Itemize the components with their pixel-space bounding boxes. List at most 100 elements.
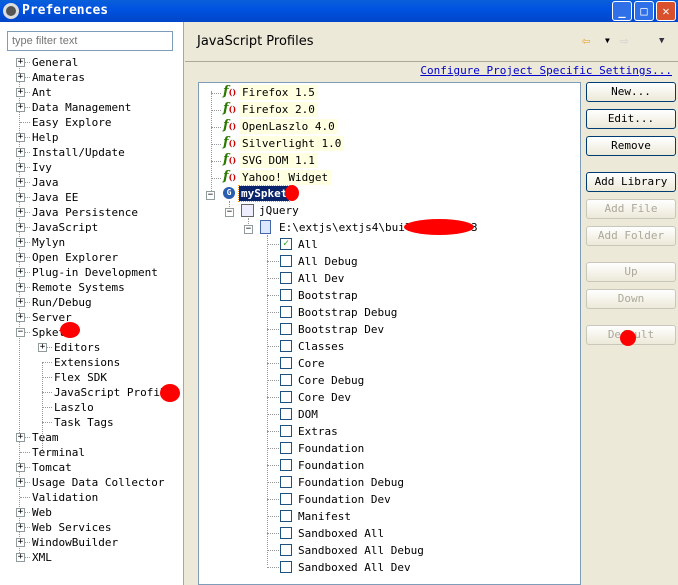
view-menu-icon[interactable]: ▼ bbox=[659, 36, 664, 46]
nav-item[interactable]: Web bbox=[32, 505, 52, 520]
collapse-toggle[interactable]: − bbox=[206, 191, 215, 200]
nav-item[interactable]: Usage Data Collector bbox=[32, 475, 164, 490]
expand-toggle[interactable]: + bbox=[16, 133, 25, 142]
expand-toggle[interactable]: + bbox=[16, 523, 25, 532]
nav-item[interactable]: Mylyn bbox=[32, 235, 65, 250]
package-checkbox[interactable] bbox=[280, 442, 292, 454]
expand-toggle[interactable]: + bbox=[16, 223, 25, 232]
edit-button[interactable]: Edit... bbox=[586, 109, 676, 129]
nav-item[interactable]: Install/Update bbox=[32, 145, 125, 160]
new-button[interactable]: New... bbox=[586, 82, 676, 102]
profile-item[interactable]: Silverlight 1.0 bbox=[239, 136, 345, 151]
package-checkbox[interactable] bbox=[280, 510, 292, 522]
expand-toggle[interactable]: + bbox=[38, 343, 47, 352]
expand-toggle[interactable]: + bbox=[16, 58, 25, 67]
expand-toggle[interactable]: + bbox=[16, 553, 25, 562]
nav-item[interactable]: Plug-in Development bbox=[32, 265, 158, 280]
profile-item[interactable]: Firefox 2.0 bbox=[239, 102, 318, 117]
nav-item[interactable]: Amateras bbox=[32, 70, 85, 85]
close-button[interactable]: ✕ bbox=[656, 1, 676, 21]
profile-item[interactable]: OpenLaszlo 4.0 bbox=[239, 119, 338, 134]
expand-toggle[interactable]: + bbox=[16, 268, 25, 277]
nav-item[interactable]: XML bbox=[32, 550, 52, 565]
back-dropdown-icon[interactable]: ▼ bbox=[605, 36, 610, 45]
nav-item[interactable]: Laszlo bbox=[54, 400, 94, 415]
package-checkbox[interactable] bbox=[280, 459, 292, 471]
expand-toggle[interactable]: + bbox=[16, 298, 25, 307]
nav-item[interactable]: Open Explorer bbox=[32, 250, 118, 265]
nav-item[interactable]: General bbox=[32, 55, 78, 70]
package-checkbox[interactable]: ✓ bbox=[280, 238, 292, 250]
expand-toggle[interactable]: + bbox=[16, 538, 25, 547]
nav-item[interactable]: Task Tags bbox=[54, 415, 114, 430]
expand-toggle[interactable]: − bbox=[16, 328, 25, 337]
expand-toggle[interactable]: + bbox=[16, 433, 25, 442]
expand-toggle[interactable]: + bbox=[16, 178, 25, 187]
expand-toggle[interactable]: + bbox=[16, 313, 25, 322]
nav-item[interactable]: Extensions bbox=[54, 355, 120, 370]
package-checkbox[interactable] bbox=[280, 391, 292, 403]
user-profile-item[interactable]: mySpket bbox=[237, 185, 291, 202]
nav-item[interactable]: Flex SDK bbox=[54, 370, 107, 385]
package-checkbox[interactable] bbox=[280, 408, 292, 420]
library-item[interactable]: jQuery bbox=[259, 203, 299, 218]
nav-item[interactable]: Tomcat bbox=[32, 460, 72, 475]
nav-item[interactable]: Terminal bbox=[32, 445, 85, 460]
package-checkbox[interactable] bbox=[280, 561, 292, 573]
nav-item[interactable]: Web Services bbox=[32, 520, 111, 535]
minimize-button[interactable]: _ bbox=[612, 1, 632, 21]
configure-project-settings-link[interactable]: Configure Project Specific Settings... bbox=[420, 64, 672, 77]
nav-item[interactable]: Java EE bbox=[32, 190, 78, 205]
back-icon[interactable]: ⇦ bbox=[582, 33, 590, 49]
profile-item[interactable]: SVG DOM 1.1 bbox=[239, 153, 318, 168]
package-checkbox[interactable] bbox=[280, 272, 292, 284]
package-checkbox[interactable] bbox=[280, 255, 292, 267]
expand-toggle[interactable]: + bbox=[16, 238, 25, 247]
nav-item[interactable]: Easy Explore bbox=[32, 115, 111, 130]
package-checkbox[interactable] bbox=[280, 476, 292, 488]
nav-item[interactable]: Help bbox=[32, 130, 59, 145]
expand-toggle[interactable]: + bbox=[16, 163, 25, 172]
nav-item[interactable]: Validation bbox=[32, 490, 98, 505]
expand-toggle[interactable]: + bbox=[16, 508, 25, 517]
nav-item[interactable]: WindowBuilder bbox=[32, 535, 118, 550]
expand-toggle[interactable]: + bbox=[16, 73, 25, 82]
nav-item[interactable]: Ant bbox=[32, 85, 52, 100]
package-checkbox[interactable] bbox=[280, 306, 292, 318]
package-checkbox[interactable] bbox=[280, 425, 292, 437]
nav-item[interactable]: Ivy bbox=[32, 160, 52, 175]
remove-button[interactable]: Remove bbox=[586, 136, 676, 156]
expand-toggle[interactable]: + bbox=[16, 103, 25, 112]
nav-item[interactable]: Remote Systems bbox=[32, 280, 125, 295]
filter-input[interactable] bbox=[7, 31, 173, 51]
package-checkbox[interactable] bbox=[280, 544, 292, 556]
expand-toggle[interactable]: + bbox=[16, 208, 25, 217]
collapse-toggle[interactable]: − bbox=[244, 225, 253, 234]
profile-item[interactable]: Yahoo! Widget bbox=[239, 170, 332, 185]
nav-item[interactable]: Run/Debug bbox=[32, 295, 92, 310]
nav-item[interactable]: Java Persistence bbox=[32, 205, 138, 220]
collapse-toggle[interactable]: − bbox=[225, 208, 234, 217]
nav-item[interactable]: Java bbox=[32, 175, 59, 190]
maximize-button[interactable]: □ bbox=[634, 1, 654, 21]
expand-toggle[interactable]: + bbox=[16, 253, 25, 262]
expand-toggle[interactable]: + bbox=[16, 463, 25, 472]
nav-item[interactable]: JavaScript bbox=[32, 220, 98, 235]
nav-item[interactable]: Editors bbox=[54, 340, 100, 355]
package-checkbox[interactable] bbox=[280, 289, 292, 301]
expand-toggle[interactable]: + bbox=[16, 478, 25, 487]
package-checkbox[interactable] bbox=[280, 493, 292, 505]
nav-item[interactable]: Team bbox=[32, 430, 59, 445]
profiles-tree[interactable]: f() Firefox 1.5 f() Firefox 2.0 f() OpenLaszl… bbox=[198, 82, 581, 585]
add-library-button[interactable]: Add Library bbox=[586, 172, 676, 192]
package-checkbox[interactable] bbox=[280, 357, 292, 369]
expand-toggle[interactable]: + bbox=[16, 283, 25, 292]
expand-toggle[interactable]: + bbox=[16, 148, 25, 157]
package-checkbox[interactable] bbox=[280, 374, 292, 386]
package-checkbox[interactable] bbox=[280, 323, 292, 335]
package-checkbox[interactable] bbox=[280, 340, 292, 352]
nav-item[interactable]: Data Management bbox=[32, 100, 131, 115]
package-checkbox[interactable] bbox=[280, 527, 292, 539]
profile-item[interactable]: Firefox 1.5 bbox=[239, 85, 318, 100]
expand-toggle[interactable]: + bbox=[16, 88, 25, 97]
